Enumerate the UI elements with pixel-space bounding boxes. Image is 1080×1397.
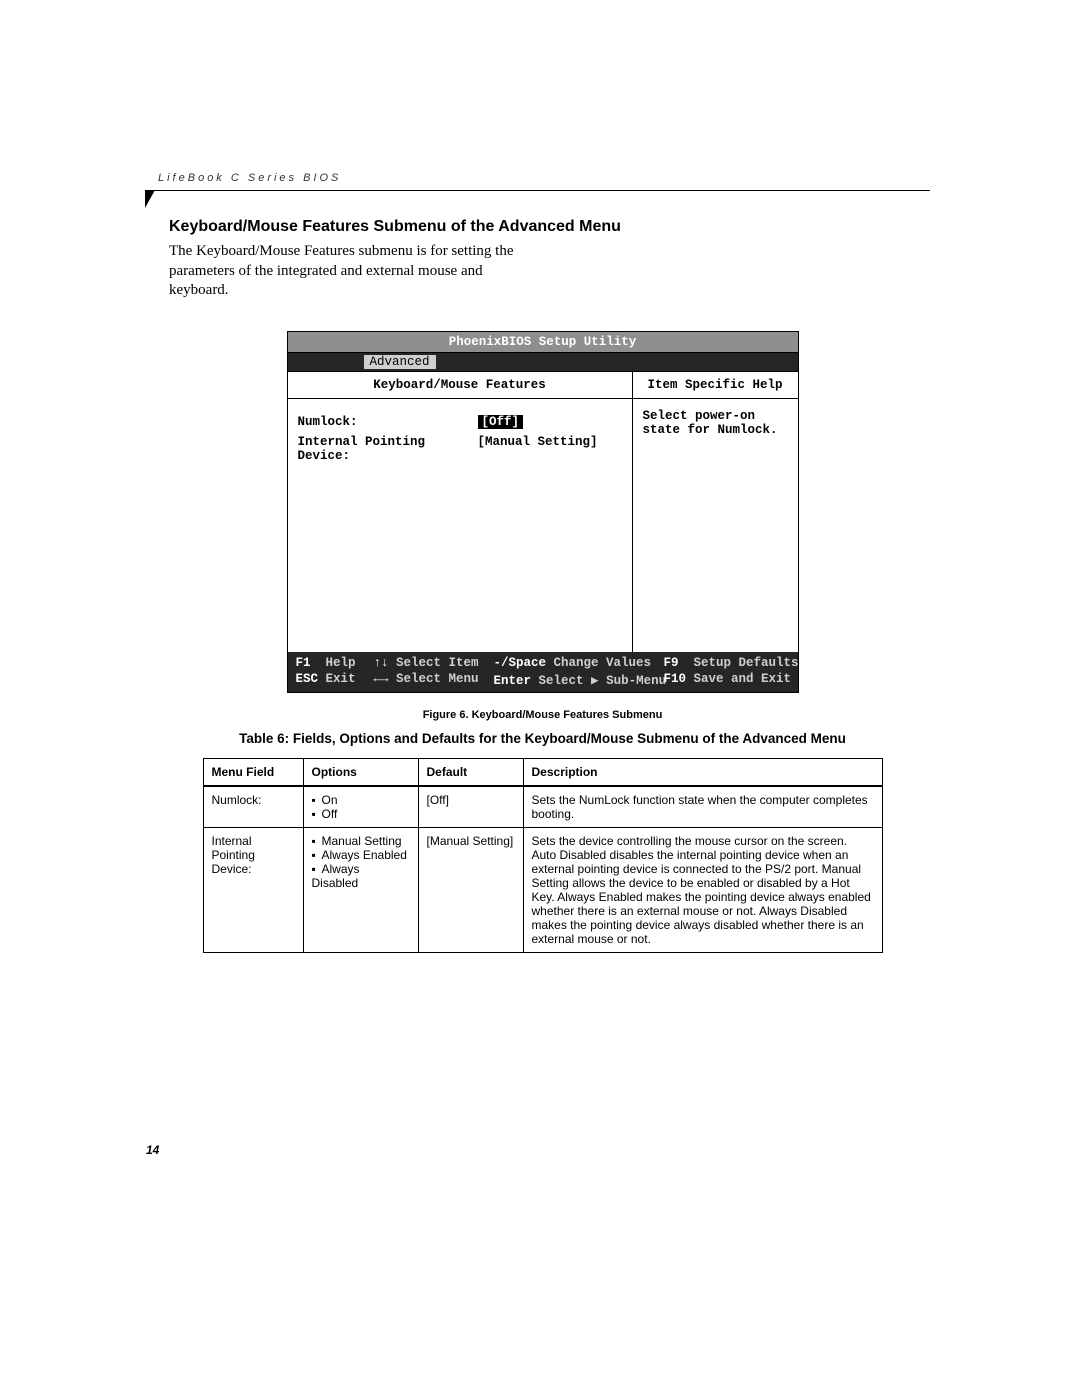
cell-description: Sets the device controlling the mouse cu… xyxy=(523,827,882,952)
th-menu-field: Menu Field xyxy=(203,758,303,786)
th-default: Default xyxy=(418,758,523,786)
cell-default: [Off] xyxy=(418,786,523,828)
bios-help-text: Select power-on state for Numlock. xyxy=(633,399,798,652)
table-header-row: Menu Field Options Default Description xyxy=(203,758,882,786)
bios-screenshot: PhoenixBIOS Setup Utility Advanced Keybo… xyxy=(287,331,799,693)
key-f10: F10 xyxy=(664,672,687,686)
key-leftright-icon: ←→ xyxy=(374,672,389,686)
document-page: LifeBook C Series BIOS Keyboard/Mouse Fe… xyxy=(0,0,1080,1397)
th-description: Description xyxy=(523,758,882,786)
cell-description: Sets the NumLock function state when the… xyxy=(523,786,882,828)
bullet-icon: ▪ xyxy=(312,807,322,821)
key-esc: ESC xyxy=(296,672,319,686)
table-row: Internal Pointing Device: ▪Manual Settin… xyxy=(203,827,882,952)
bios-tab-advanced[interactable]: Advanced xyxy=(364,355,436,369)
running-header: LifeBook C Series BIOS xyxy=(158,172,341,184)
cell-field: Internal Pointing Device: xyxy=(203,827,303,952)
table-row: Numlock: ▪On ▪Off [Off] Sets the NumLock… xyxy=(203,786,882,828)
th-options: Options xyxy=(303,758,418,786)
key-f1: F1 xyxy=(296,656,311,670)
bios-left-pane: Keyboard/Mouse Features Numlock: [Off] I… xyxy=(288,372,633,652)
bullet-icon: ▪ xyxy=(312,834,322,848)
page-number: 14 xyxy=(146,1143,159,1157)
bios-help-pane: Item Specific Help Select power-on state… xyxy=(633,372,798,652)
cell-default: [Manual Setting] xyxy=(418,827,523,952)
bullet-icon: ▪ xyxy=(312,862,322,876)
bios-footer-bar: F1 Help ↑↓ Select Item -/Space Change Va… xyxy=(288,652,798,692)
bios-field-value[interactable]: [Off] xyxy=(478,415,524,429)
bios-field-row[interactable]: Internal Pointing Device: [Manual Settin… xyxy=(298,435,622,463)
bios-field-value[interactable]: [Manual Setting] xyxy=(478,435,598,463)
bullet-icon: ▪ xyxy=(312,848,322,862)
cell-field: Numlock: xyxy=(203,786,303,828)
bios-field-label: Numlock: xyxy=(298,415,478,429)
cell-options: ▪On ▪Off xyxy=(303,786,418,828)
bios-titlebar: PhoenixBIOS Setup Utility xyxy=(288,332,798,353)
bios-left-pane-title: Keyboard/Mouse Features xyxy=(288,372,632,399)
key-updown-icon: ↑↓ xyxy=(374,656,389,670)
bios-field-row[interactable]: Numlock: [Off] xyxy=(298,415,622,429)
cell-options: ▪Manual Setting ▪Always Enabled ▪Always … xyxy=(303,827,418,952)
key-space: -/Space xyxy=(494,656,547,670)
section-title: Keyboard/Mouse Features Submenu of the A… xyxy=(169,218,930,236)
header-rule xyxy=(145,190,930,191)
intro-paragraph: The Keyboard/Mouse Features submenu is f… xyxy=(169,242,529,301)
bullet-icon: ▪ xyxy=(312,793,322,807)
figure-caption: Figure 6. Keyboard/Mouse Features Submen… xyxy=(155,709,930,721)
key-enter: Enter xyxy=(494,674,532,688)
bios-menu-bar: Advanced xyxy=(288,353,798,371)
table-title: Table 6: Fields, Options and Defaults fo… xyxy=(155,731,930,746)
key-f9: F9 xyxy=(664,656,679,670)
tab-notch-icon xyxy=(145,190,155,208)
bios-field-label: Internal Pointing Device: xyxy=(298,435,478,463)
options-table: Menu Field Options Default Description N… xyxy=(203,758,883,953)
bios-help-title: Item Specific Help xyxy=(633,372,798,399)
